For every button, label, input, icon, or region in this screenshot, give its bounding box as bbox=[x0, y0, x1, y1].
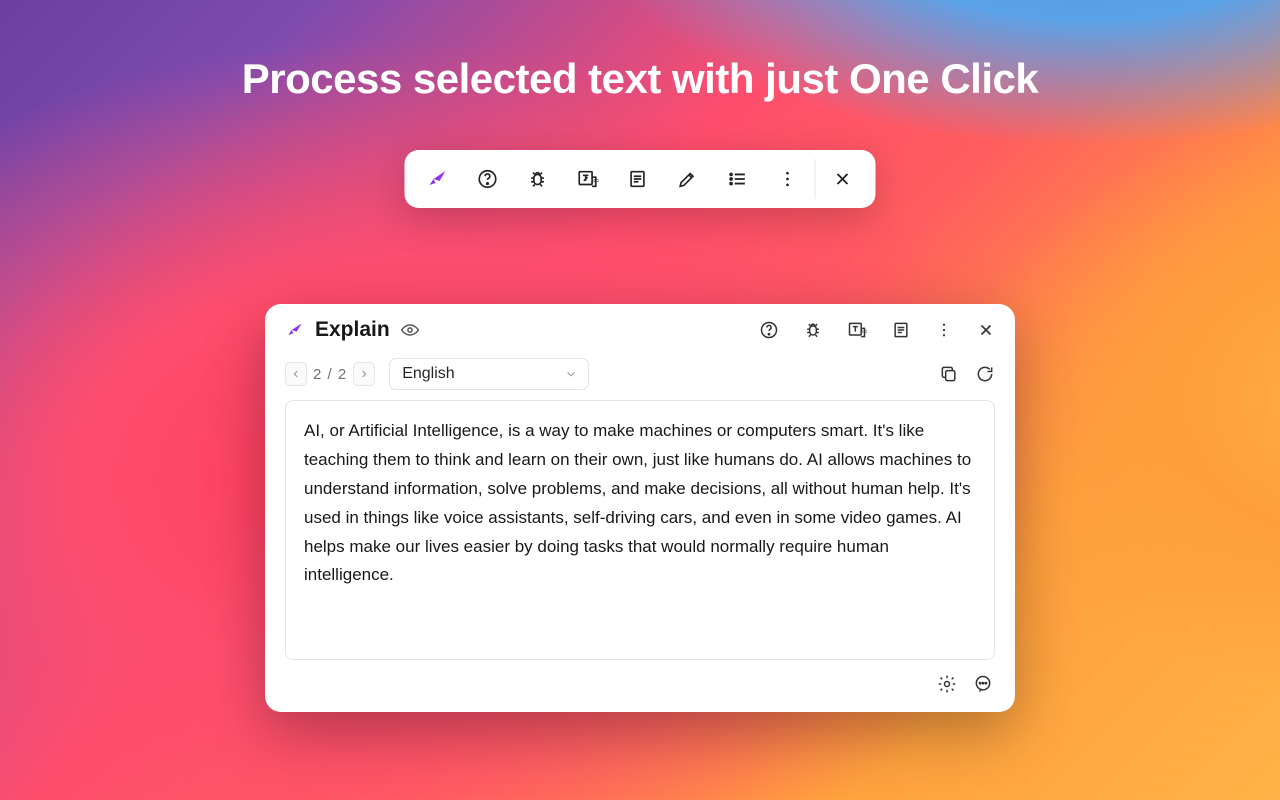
visibility-icon[interactable] bbox=[400, 320, 420, 340]
close-toolbar-button[interactable] bbox=[818, 150, 868, 208]
svg-text:中: 中 bbox=[593, 177, 599, 186]
panel-header: Explain 中 bbox=[265, 304, 1015, 350]
toolbar-divider bbox=[815, 159, 816, 199]
panel-title: Explain bbox=[315, 318, 390, 342]
chevron-down-icon bbox=[564, 367, 578, 381]
refresh-button[interactable] bbox=[975, 364, 995, 384]
page-headline: Process selected text with just One Clic… bbox=[0, 55, 1280, 103]
panel-document-button[interactable] bbox=[891, 320, 911, 340]
copy-button[interactable] bbox=[939, 364, 959, 384]
panel-logo-icon bbox=[285, 320, 305, 340]
document-button[interactable] bbox=[613, 150, 663, 208]
pager-display: 2 / 2 bbox=[313, 366, 347, 383]
language-select[interactable]: English bbox=[389, 358, 589, 390]
floating-toolbar: 中 bbox=[405, 150, 876, 208]
panel-more-button[interactable] bbox=[935, 321, 953, 339]
chat-button[interactable] bbox=[973, 674, 993, 694]
result-panel: Explain 中 bbox=[265, 304, 1015, 712]
settings-button[interactable] bbox=[937, 674, 957, 694]
panel-subheader: 2 / 2 English bbox=[265, 350, 1015, 400]
list-button[interactable] bbox=[713, 150, 763, 208]
panel-help-button[interactable] bbox=[759, 320, 779, 340]
more-button[interactable] bbox=[763, 150, 813, 208]
panel-close-button[interactable] bbox=[977, 321, 995, 339]
bug-button[interactable] bbox=[513, 150, 563, 208]
help-button[interactable] bbox=[463, 150, 513, 208]
language-value: English bbox=[402, 365, 454, 383]
content-text: AI, or Artificial Intelligence, is a way… bbox=[304, 417, 976, 590]
pager-next-button[interactable] bbox=[353, 362, 375, 386]
pager-prev-button[interactable] bbox=[285, 362, 307, 386]
panel-footer bbox=[265, 660, 1015, 706]
content-box: AI, or Artificial Intelligence, is a way… bbox=[285, 400, 995, 660]
logo-icon[interactable] bbox=[413, 150, 463, 208]
panel-translate-button[interactable]: 中 bbox=[847, 320, 867, 340]
pager: 2 / 2 bbox=[285, 362, 375, 386]
panel-bug-button[interactable] bbox=[803, 320, 823, 340]
translate-button[interactable]: 中 bbox=[563, 150, 613, 208]
highlight-button[interactable] bbox=[663, 150, 713, 208]
